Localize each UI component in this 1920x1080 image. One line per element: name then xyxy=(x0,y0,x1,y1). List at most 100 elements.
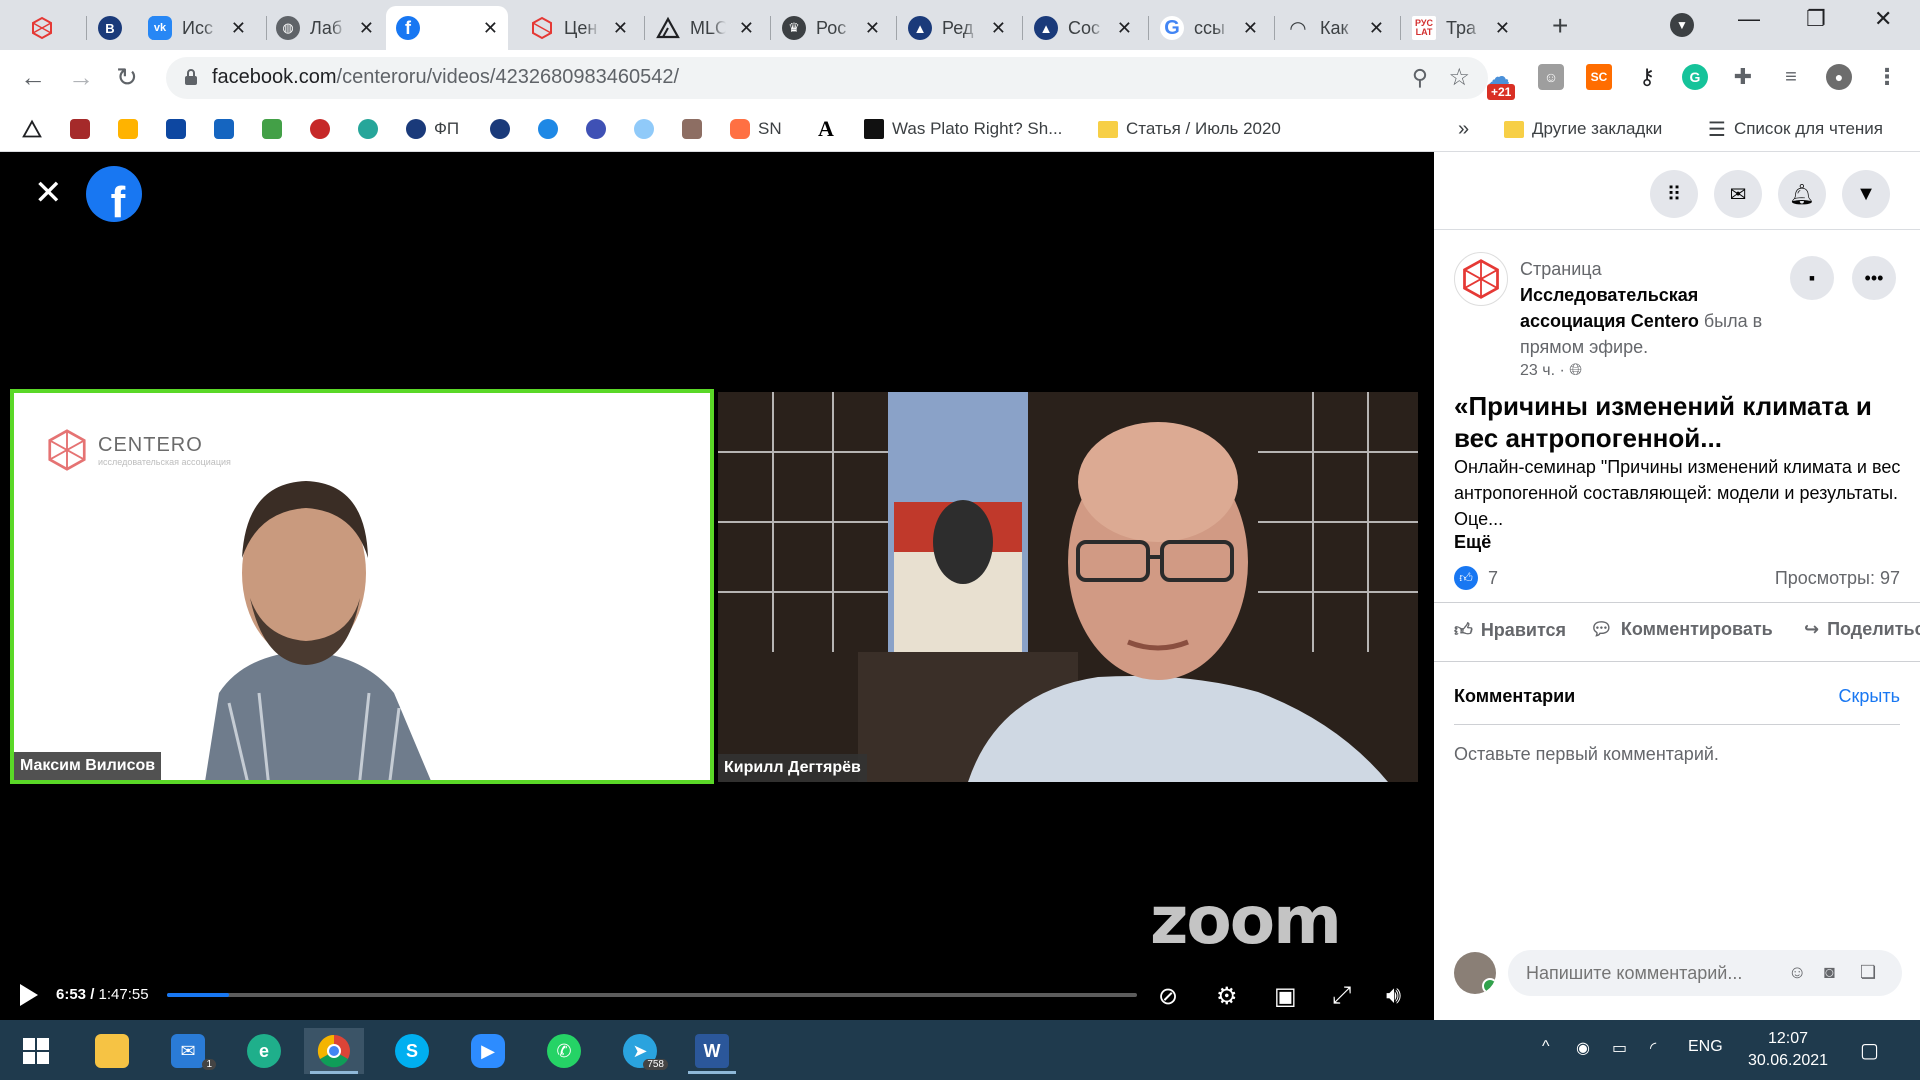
like-button[interactable]: 👍︎ Нравится xyxy=(1454,619,1566,641)
bookmark-1c[interactable] xyxy=(310,118,330,140)
bookmark-rffi[interactable] xyxy=(166,118,186,140)
zoom-icon[interactable]: ⚲ xyxy=(1412,65,1428,91)
video-progress-bar[interactable] xyxy=(167,993,1137,997)
taskbar-telegram[interactable]: ➤ 758 xyxy=(610,1028,670,1074)
battery-icon[interactable]: ▭ xyxy=(1612,1038,1627,1058)
reload-icon[interactable]: ↻ xyxy=(116,62,138,93)
facebook-logo-icon[interactable]: f xyxy=(86,166,142,222)
play-icon[interactable] xyxy=(20,984,38,1006)
tab-mlc[interactable]: MLC ✕ xyxy=(646,6,764,50)
system-clock[interactable]: 12:07 30.06.2021 xyxy=(1728,1028,1848,1072)
bookmarks-overflow[interactable]: » xyxy=(1458,118,1469,140)
profile-avatar[interactable]: ● xyxy=(1826,64,1852,90)
tab-coc[interactable]: ▲ Coc ✕ xyxy=(1024,6,1142,50)
tab-ros[interactable]: ♛ Рос ✕ xyxy=(772,6,890,50)
taskbar-mail[interactable]: ✉ 1 xyxy=(158,1028,218,1074)
taskbar-edge[interactable]: e xyxy=(234,1028,294,1074)
close-icon[interactable]: ✕ xyxy=(1495,18,1510,39)
sticker-icon[interactable]: ❏ xyxy=(1860,962,1876,983)
menu-grid-icon[interactable]: ⠿ xyxy=(1650,170,1698,218)
close-icon[interactable]: ✕ xyxy=(991,18,1006,39)
reading-list[interactable]: ☰ Список для чтения xyxy=(1708,118,1883,141)
taskbar-zoom[interactable]: ▶ xyxy=(458,1028,518,1074)
minimize-icon[interactable]: — xyxy=(1738,6,1760,32)
notifications-icon[interactable]: ▢ xyxy=(1860,1038,1879,1063)
close-icon[interactable]: ✕ xyxy=(483,18,498,39)
messenger-icon[interactable]: ✉ xyxy=(1714,170,1762,218)
bookmark-plato[interactable]: Was Plato Right? Sh... xyxy=(864,118,1062,140)
tab-search-icon[interactable]: ▼ xyxy=(1670,13,1694,37)
person-extension-icon[interactable]: ☺ xyxy=(1538,64,1564,90)
bookmark-fp[interactable]: ФП xyxy=(406,118,459,140)
forward-icon[interactable]: → xyxy=(68,62,94,93)
sc-extension-icon[interactable]: SC xyxy=(1586,64,1612,90)
back-icon[interactable]: ← xyxy=(20,62,46,93)
more-options-icon[interactable]: ••• xyxy=(1852,256,1896,300)
save-post-icon[interactable]: ▪ xyxy=(1790,256,1834,300)
see-more-link[interactable]: Ещё xyxy=(1454,532,1491,553)
fullscreen-icon[interactable]: ⤢ xyxy=(1332,982,1351,1010)
bookmark-star-icon[interactable]: ☆ xyxy=(1448,63,1470,92)
captions-off-icon[interactable]: ⊘ xyxy=(1158,982,1178,1011)
close-video-icon[interactable]: ✕ xyxy=(34,176,63,210)
extensions-puzzle-icon[interactable]: ✚ xyxy=(1730,64,1756,90)
page-name-link[interactable]: Исследовательская ассоциация Centero xyxy=(1520,285,1699,331)
volume-icon[interactable]: 🔊︎ xyxy=(1386,982,1401,1010)
bookmark-article[interactable]: Статья / Июль 2020 xyxy=(1098,118,1281,140)
emoji-icon[interactable]: ☺ xyxy=(1788,962,1806,983)
menu-kebab-icon[interactable]: ⋮ xyxy=(1874,64,1900,90)
user-avatar[interactable] xyxy=(1454,952,1496,994)
bookmark-elibrary[interactable] xyxy=(358,118,378,140)
close-icon[interactable]: ✕ xyxy=(231,18,246,39)
page-avatar[interactable] xyxy=(1454,252,1508,306)
restore-icon[interactable]: ❐ xyxy=(1806,6,1826,32)
close-icon[interactable]: ✕ xyxy=(1117,18,1132,39)
camera-icon[interactable]: ◙ xyxy=(1824,962,1835,983)
tab-vk[interactable]: vk Исс ✕ xyxy=(138,6,256,50)
key-extension-icon[interactable]: ⚷ xyxy=(1634,64,1660,90)
hide-comments-link[interactable]: Скрыть xyxy=(1839,686,1900,707)
tab-translit[interactable]: РУС LAT Тра ✕ xyxy=(1402,6,1520,50)
taskbar-whatsapp[interactable]: ✆ xyxy=(534,1028,594,1074)
bookmark-globe[interactable] xyxy=(634,118,654,140)
close-icon[interactable]: ✕ xyxy=(1369,18,1384,39)
bookmark-mlc[interactable] xyxy=(22,118,42,140)
bookmark-hse[interactable] xyxy=(490,118,510,140)
media-control-icon[interactable]: ≡ xyxy=(1778,64,1804,90)
bookmark-c[interactable] xyxy=(586,118,606,140)
close-icon[interactable]: ✕ xyxy=(1243,18,1258,39)
reactions-count[interactable]: 👍︎ 7 xyxy=(1454,566,1498,590)
start-button[interactable] xyxy=(6,1028,66,1074)
bookmark-msu[interactable] xyxy=(70,118,90,140)
address-bar[interactable]: facebook.com/centeroru/videos/4232680983… xyxy=(166,57,1488,99)
bookmark-wave[interactable] xyxy=(538,118,558,140)
account-dropdown-icon[interactable]: ▼ xyxy=(1842,170,1890,218)
taskbar-explorer[interactable] xyxy=(82,1028,142,1074)
close-icon[interactable]: ✕ xyxy=(359,18,374,39)
comment-input[interactable] xyxy=(1508,950,1902,996)
picture-in-picture-icon[interactable]: ▣ xyxy=(1274,982,1297,1011)
tab-centero[interactable] xyxy=(20,6,80,50)
language-indicator[interactable]: ENG xyxy=(1688,1038,1723,1056)
bookmark-rffi-2[interactable] xyxy=(214,118,234,140)
grammarly-icon[interactable]: G xyxy=(1682,64,1708,90)
settings-gear-icon[interactable]: ⚙ xyxy=(1216,982,1238,1011)
close-window-icon[interactable]: ✕ xyxy=(1874,6,1892,32)
taskbar-skype[interactable]: S xyxy=(382,1028,442,1074)
bookmark-other[interactable]: Другие закладки xyxy=(1504,118,1662,140)
video-player[interactable]: ✕ f CENTERO исследовательская ассоциация… xyxy=(0,152,1434,1020)
post-timestamp[interactable]: 23 ч. · 🌐︎ xyxy=(1520,362,1582,380)
url-text[interactable]: facebook.com/centeroru/videos/4232680983… xyxy=(212,66,679,89)
tab-red[interactable]: ▲ Ред ✕ xyxy=(898,6,1016,50)
tab-lab[interactable]: ◍ Лаб ✕ xyxy=(266,6,384,50)
taskbar-chrome[interactable] xyxy=(304,1028,364,1074)
telegram-tray-icon[interactable]: ◉ xyxy=(1576,1038,1590,1058)
bookmark-portrait[interactable] xyxy=(682,118,702,140)
wifi-icon[interactable]: ◜ xyxy=(1650,1038,1656,1058)
comment-button[interactable]: 💬︎ Комментировать xyxy=(1590,619,1773,640)
close-icon[interactable]: ✕ xyxy=(613,18,628,39)
bookmark-sn[interactable]: SN xyxy=(730,118,782,140)
bookmark-mail[interactable] xyxy=(118,118,138,140)
tab-google[interactable]: G ссы ✕ xyxy=(1150,6,1268,50)
new-tab-icon[interactable]: + xyxy=(1552,10,1568,42)
